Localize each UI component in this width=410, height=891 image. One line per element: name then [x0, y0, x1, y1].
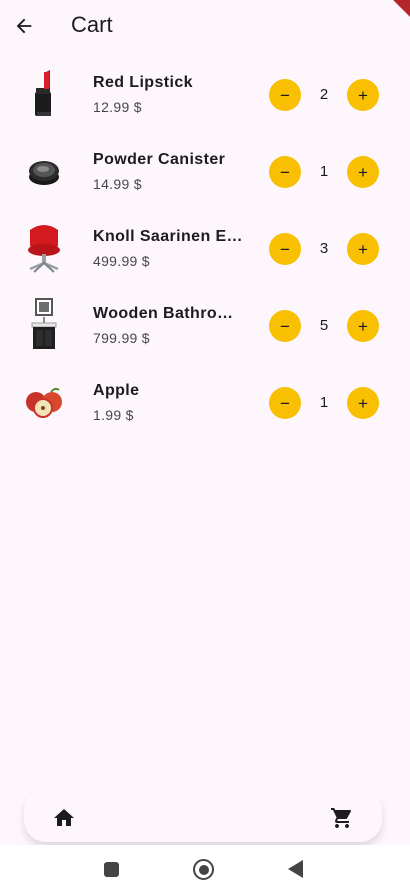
back-button[interactable] — [8, 6, 40, 46]
recent-apps-button[interactable] — [104, 862, 119, 877]
increase-quantity-button[interactable]: + — [347, 387, 379, 419]
app-bar: Cart — [0, 0, 410, 52]
increase-quantity-button[interactable]: + — [347, 79, 379, 111]
decrease-quantity-button[interactable]: − — [269, 310, 301, 342]
quantity-value: 1 — [319, 163, 329, 180]
system-back-button[interactable] — [288, 860, 303, 878]
home-icon — [54, 809, 74, 826]
cart-item: Red Lipstick 12.99 $ − 2 + — [0, 56, 410, 133]
item-price: 12.99 $ — [93, 99, 142, 115]
minus-icon: − — [280, 85, 290, 105]
item-name: Red Lipstick — [93, 74, 193, 91]
cart-list: Red Lipstick 12.99 $ − 2 + Powder Canist… — [0, 56, 410, 441]
page-title: Cart — [71, 12, 113, 37]
quantity-value: 1 — [319, 394, 329, 411]
item-price: 499.99 $ — [93, 253, 150, 269]
minus-icon: − — [280, 162, 290, 182]
item-name: Apple — [93, 382, 140, 399]
cart-icon — [331, 808, 352, 828]
sink-image — [20, 295, 68, 355]
item-price: 1.99 $ — [93, 407, 134, 423]
cart-item: Knoll Saarinen Executive Conference Chai… — [0, 210, 410, 287]
quantity-value: 2 — [319, 86, 329, 103]
system-home-button[interactable] — [193, 859, 214, 880]
home-nav-button[interactable] — [52, 806, 76, 830]
increase-quantity-button[interactable]: + — [347, 233, 379, 265]
plus-icon: + — [358, 85, 368, 105]
item-price: 14.99 $ — [93, 176, 142, 192]
minus-icon: − — [280, 239, 290, 259]
decrease-quantity-button[interactable]: − — [269, 233, 301, 265]
bottom-navigation-bar — [24, 788, 382, 842]
cart-item: Apple 1.99 $ − 1 + — [0, 364, 410, 441]
decrease-quantity-button[interactable]: − — [269, 387, 301, 419]
cart-item: Powder Canister 14.99 $ − 1 + — [0, 133, 410, 210]
cart-item: Wooden Bathroom Sink With Mirror 799.99 … — [0, 287, 410, 364]
decrease-quantity-button[interactable]: − — [269, 79, 301, 111]
plus-icon: + — [358, 316, 368, 336]
item-name: Wooden Bathroom Sink With Mirror — [93, 305, 243, 322]
powder-canister-image — [20, 141, 68, 201]
system-navigation-bar — [0, 845, 410, 891]
item-price: 799.99 $ — [93, 330, 150, 346]
plus-icon: + — [358, 162, 368, 182]
minus-icon: − — [280, 316, 290, 336]
item-name: Powder Canister — [93, 151, 226, 168]
chair-image — [20, 218, 68, 278]
arrow-back-icon — [16, 18, 32, 34]
apple-image — [20, 372, 68, 432]
cart-nav-button[interactable] — [330, 806, 354, 830]
quantity-value: 5 — [319, 317, 329, 334]
increase-quantity-button[interactable]: + — [347, 156, 379, 188]
increase-quantity-button[interactable]: + — [347, 310, 379, 342]
plus-icon: + — [358, 239, 368, 259]
plus-icon: + — [358, 393, 368, 413]
item-name: Knoll Saarinen Executive Conference Chai… — [93, 228, 243, 245]
quantity-value: 3 — [319, 240, 329, 257]
decrease-quantity-button[interactable]: − — [269, 156, 301, 188]
minus-icon: − — [280, 393, 290, 413]
lipstick-image — [20, 64, 68, 124]
